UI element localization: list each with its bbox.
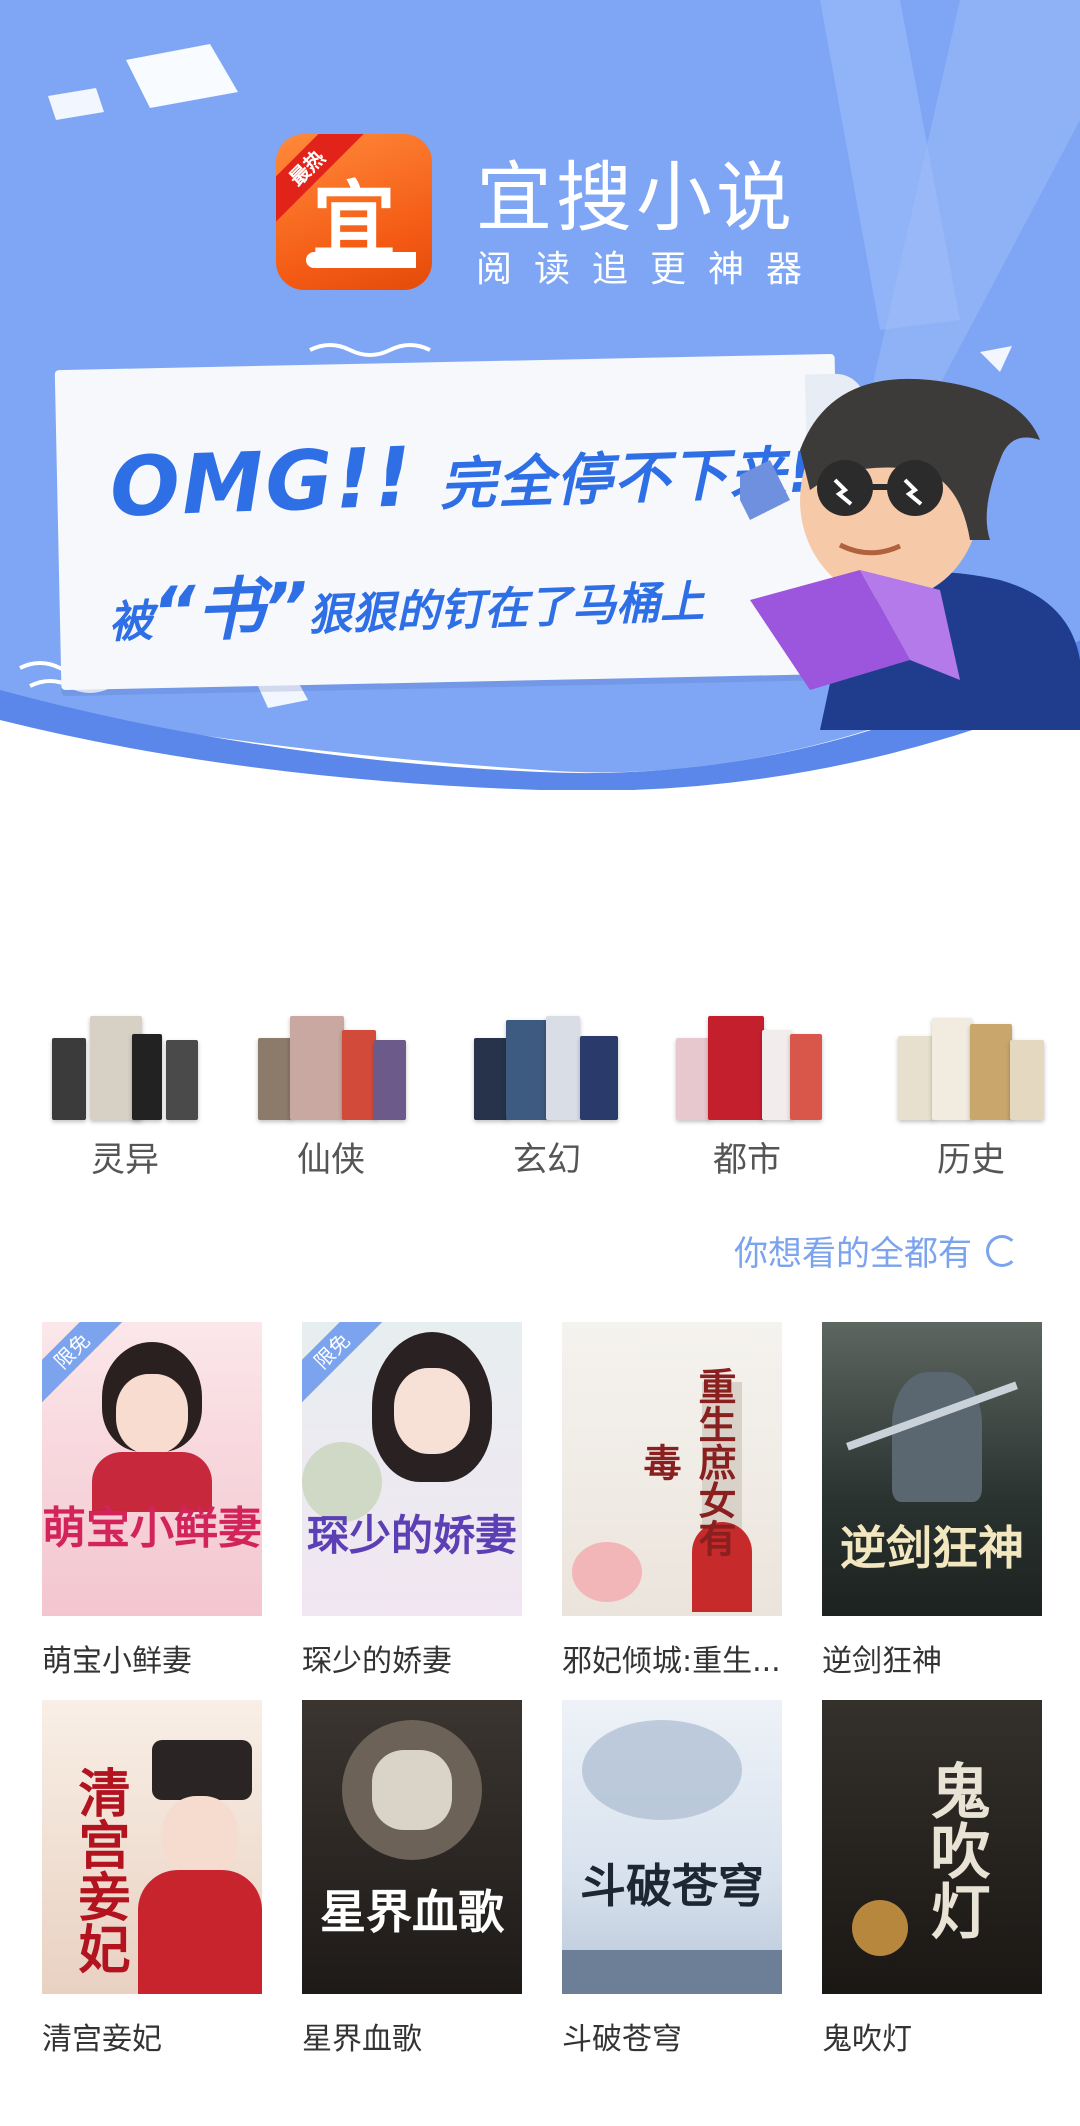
- book-cover: 重生庶女有毒: [562, 1322, 782, 1616]
- cover-title: 重生庶女有毒: [637, 1367, 737, 1557]
- book-card[interactable]: 鬼吹灯 鬼吹灯: [822, 1700, 1042, 2058]
- category-lingyi-books-icon: [40, 1010, 210, 1120]
- app-logo-icon: 宜 最热: [276, 134, 432, 290]
- book-card[interactable]: 清宫妾妃 清宫妾妃: [42, 1700, 262, 2058]
- book-title: 斗破苍穹: [562, 2022, 682, 2057]
- cover-title: 逆剑狂神: [840, 1521, 1024, 1575]
- book-card[interactable]: 星界血歌 星界血歌: [302, 1700, 522, 2058]
- recommend-refresh-link[interactable]: 你想看的全都有: [734, 1226, 1018, 1275]
- book-title: 琛少的娇妻: [302, 1644, 452, 1679]
- cover-title: 星界血歌: [320, 1885, 504, 1939]
- book-cover: 逆剑狂神: [822, 1322, 1042, 1616]
- category-dushi-books-icon: [662, 1010, 832, 1120]
- book-card[interactable]: 斗破苍穹 斗破苍穹: [562, 1700, 782, 2058]
- cover-title: 清宫妾妃: [69, 1766, 130, 1974]
- banner-subline: 被“书”狠狠的钉在了马桶上: [106, 538, 705, 658]
- promo-banner: OMG!! 完全停不下来!! 被“书”狠狠的钉在了马桶上 宜 最热 宜搜小说 阅读…: [0, 0, 1080, 790]
- book-cover: 斗破苍穹: [562, 1700, 782, 1994]
- tagline-text: 你想看的全都有: [734, 1234, 972, 1274]
- category-lingyi[interactable]: 灵异: [30, 1010, 220, 1180]
- category-xianxia-books-icon: [246, 1010, 416, 1120]
- cover-title: 斗破苍穹: [580, 1859, 764, 1913]
- book-card[interactable]: 逆剑狂神 逆剑狂神: [822, 1322, 1042, 1680]
- logo-page: [306, 252, 416, 268]
- book-title: 星界血歌: [302, 2022, 422, 2057]
- app-name: 宜搜小说: [476, 153, 796, 242]
- book-title: 邪妃倾城:重生...: [562, 1644, 781, 1679]
- book-cover: 清宫妾妃: [42, 1700, 262, 1994]
- category-xianxia[interactable]: 仙侠: [236, 1010, 426, 1180]
- category-dushi[interactable]: 都市: [652, 1010, 842, 1180]
- book-title: 鬼吹灯: [822, 2022, 912, 2057]
- category-xuanhuan-books-icon: [462, 1010, 632, 1120]
- subline-quote: “书”: [151, 568, 310, 653]
- book-title: 萌宝小鲜妻: [42, 1644, 192, 1679]
- book-title: 清宫妾妃: [42, 2022, 162, 2057]
- book-card[interactable]: 琛少的娇妻 限免 琛少的娇妻: [302, 1322, 522, 1680]
- category-label: 玄幻: [513, 1140, 581, 1180]
- cover-title: 萌宝小鲜妻: [42, 1503, 262, 1554]
- category-lishi-books-icon: [886, 1010, 1056, 1120]
- book-card[interactable]: 萌宝小鲜妻 限免 萌宝小鲜妻: [42, 1322, 262, 1680]
- cover-title: 琛少的娇妻: [306, 1511, 517, 1560]
- book-title: 逆剑狂神: [822, 1644, 942, 1679]
- category-lishi[interactable]: 历史: [876, 1010, 1066, 1180]
- headline-en: OMG!!: [108, 430, 416, 536]
- subline-post: 狠狠的钉在了马桶上: [307, 576, 705, 642]
- reading-character-illustration: [740, 378, 1080, 730]
- book-cover: 琛少的娇妻 限免: [302, 1322, 522, 1616]
- category-label: 灵异: [91, 1140, 159, 1180]
- cover-title: 鬼吹灯: [920, 1760, 990, 1940]
- category-xuanhuan[interactable]: 玄幻: [452, 1010, 642, 1180]
- book-cover: 星界血歌: [302, 1700, 522, 1994]
- subline-pre: 被: [107, 595, 154, 649]
- category-label: 历史: [937, 1140, 1005, 1180]
- book-card[interactable]: 重生庶女有毒 邪妃倾城:重生...: [562, 1322, 782, 1680]
- category-label: 仙侠: [297, 1140, 365, 1180]
- book-cover: 鬼吹灯: [822, 1700, 1042, 1994]
- category-label: 都市: [713, 1140, 781, 1180]
- book-cover: 萌宝小鲜妻 限免: [42, 1322, 262, 1616]
- app-slogan: 阅读追更神器: [476, 249, 825, 290]
- refresh-icon: [986, 1234, 1018, 1267]
